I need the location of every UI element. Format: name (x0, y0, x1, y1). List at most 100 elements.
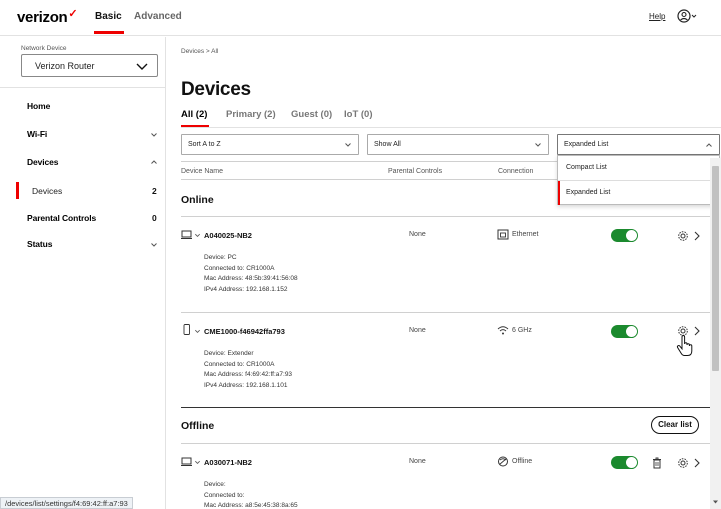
sidebar-item-wifi[interactable]: Wi-Fi (27, 129, 47, 139)
tab-all[interactable]: All (2) (181, 109, 207, 120)
sidebar-subitem-devices[interactable]: Devices (32, 186, 62, 196)
chevron-right-icon[interactable] (693, 458, 701, 468)
tab-basic[interactable]: Basic (95, 11, 122, 22)
device-parental-controls: None (409, 327, 426, 334)
column-connection: Connection (498, 168, 534, 175)
view-select-menu: Compact List Expanded List (557, 155, 720, 205)
ethernet-icon (497, 229, 509, 240)
section-divider (181, 443, 711, 444)
chevron-down-icon[interactable] (150, 241, 158, 249)
sidebar-item-devices[interactable]: Devices (27, 157, 59, 167)
chevron-down-icon (345, 143, 351, 147)
scrollbar-thumb[interactable] (712, 166, 719, 371)
chevron-right-icon[interactable] (693, 326, 701, 336)
sort-select[interactable]: Sort A to Z (181, 134, 359, 155)
device-connection: Offline (512, 458, 533, 465)
section-divider (181, 216, 711, 217)
device-connection: Ethernet (512, 231, 539, 238)
device-mac: Mac Address: f4:69:42:ff:a7:93 (204, 371, 293, 378)
clear-list-button[interactable]: Clear list (651, 416, 699, 434)
section-divider (181, 407, 711, 408)
view-select-value: Expanded List (564, 141, 609, 148)
tab-guest[interactable]: Guest (0) (291, 109, 332, 120)
device-type: Device: Extender (204, 350, 254, 357)
chevron-up-icon[interactable] (150, 158, 158, 166)
device-name[interactable]: CME1000-f46942ffa793 (204, 327, 285, 336)
offline-section-title: Offline (181, 420, 215, 432)
device-mac: Mac Address: 48:5b:39:41:56:08 (204, 275, 298, 282)
gear-icon[interactable] (677, 457, 689, 469)
device-toggle[interactable] (611, 325, 638, 338)
tabs-divider (181, 127, 721, 128)
devices-count: 2 (152, 186, 157, 196)
menu-item-expanded-list[interactable]: Expanded List (558, 181, 719, 205)
tab-iot[interactable]: IoT (0) (344, 109, 373, 120)
network-device-label: Network Device (21, 45, 67, 52)
device-details: Device: Connected to: Mac Address: a8:5e… (204, 480, 298, 509)
device-toggle[interactable] (611, 229, 638, 242)
device-parental-controls: None (409, 458, 426, 465)
scroll-down-arrow-icon[interactable] (712, 499, 719, 505)
tab-primary[interactable]: Primary (2) (226, 109, 276, 120)
parental-controls-count: 0 (152, 213, 157, 223)
verizon-logo[interactable]: verizon✓ (17, 8, 78, 26)
sidebar-item-home[interactable]: Home (27, 101, 50, 111)
chevron-down-icon[interactable] (194, 459, 201, 466)
sort-select-value: Sort A to Z (188, 141, 221, 148)
show-select-value: Show All (374, 141, 401, 148)
trash-icon[interactable] (652, 457, 662, 469)
phone-icon (183, 324, 190, 335)
device-toggle[interactable] (611, 456, 638, 469)
gear-icon[interactable] (677, 230, 689, 242)
sidebar-item-status[interactable]: Status (27, 239, 52, 249)
hand-cursor-icon (676, 335, 693, 356)
tab-active-indicator (94, 31, 124, 34)
device-connected-to: Connected to: CR1000A (204, 360, 275, 368)
tab-advanced[interactable]: Advanced (134, 11, 182, 22)
chevron-down-icon[interactable] (150, 131, 158, 139)
breadcrumb[interactable]: Devices > All (181, 48, 218, 55)
row-divider (181, 312, 711, 313)
laptop-icon (181, 457, 192, 466)
device-connected-to: Connected to: CR1000A (204, 264, 275, 272)
device-ipv4: IPv4 Address: 192.168.1.152 (204, 285, 288, 293)
device-type: Device: PC (204, 254, 237, 261)
network-device-select[interactable]: Verizon Router (21, 54, 158, 77)
device-details: Device: Extender Connected to: CR1000A M… (204, 349, 292, 391)
device-details: Device: PC Connected to: CR1000A Mac Add… (204, 253, 298, 295)
page-title: Devices (181, 79, 251, 100)
menu-item-compact-list[interactable]: Compact List (558, 156, 719, 180)
view-select[interactable]: Expanded List (557, 134, 720, 155)
device-connected-to: Connected to: (204, 491, 245, 499)
device-type: Device: (204, 481, 226, 488)
top-bar: verizon✓ Basic Advanced Help (0, 0, 721, 36)
main-content: Devices > All Devices All (2) Primary (2… (167, 37, 721, 509)
device-connection: 6 GHz (512, 327, 532, 334)
wifi-icon (497, 326, 509, 335)
account-icon[interactable] (677, 8, 697, 24)
chevron-down-icon (136, 63, 148, 70)
chevron-right-icon[interactable] (693, 231, 701, 241)
column-parental-controls: Parental Controls (388, 168, 443, 175)
laptop-icon (181, 230, 192, 239)
chevron-down-icon (535, 143, 541, 147)
network-device-value: Verizon Router (35, 61, 95, 71)
device-parental-controls: None (409, 231, 426, 238)
chevron-down-icon[interactable] (194, 232, 201, 239)
column-device-name: Device Name (181, 168, 224, 175)
sidebar: Network Device Verizon Router Home Wi-Fi… (0, 37, 166, 509)
chevron-up-icon (706, 143, 712, 147)
online-section-title: Online (181, 194, 214, 206)
sidebar-divider (0, 87, 166, 88)
device-ipv4: IPv4 Address: 192.168.1.101 (204, 381, 288, 389)
device-name[interactable]: A040025-NB2 (204, 231, 252, 240)
active-item-indicator (16, 182, 19, 199)
status-bar-url: /devices/list/settings/f4:69:42:ff:a7:93 (0, 497, 133, 509)
device-name[interactable]: A030071-NB2 (204, 458, 252, 467)
chevron-down-icon[interactable] (194, 328, 201, 335)
offline-icon (498, 456, 508, 467)
help-link[interactable]: Help (649, 12, 665, 21)
device-mac: Mac Address: a8:5e:45:38:8a:65 (204, 502, 298, 509)
sidebar-item-parental-controls[interactable]: Parental Controls (27, 213, 96, 223)
show-select[interactable]: Show All (367, 134, 549, 155)
